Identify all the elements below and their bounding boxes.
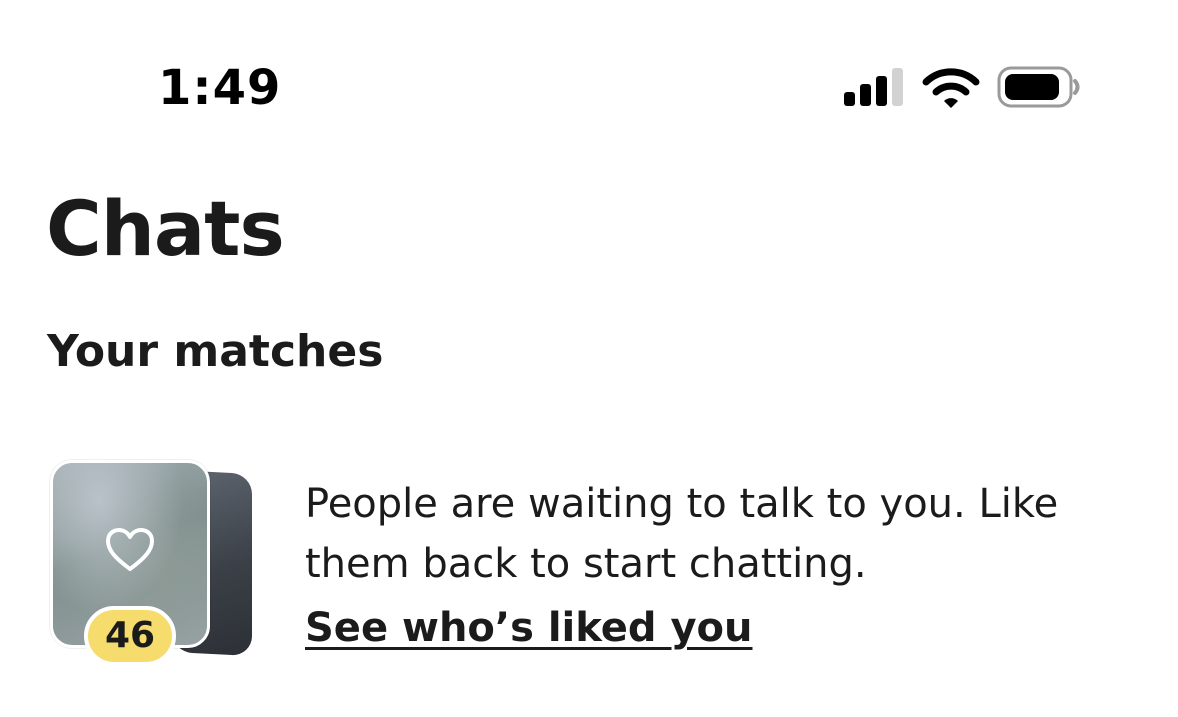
see-who-liked-you-link[interactable]: See who’s liked you (305, 600, 753, 656)
page-title: Chats (46, 184, 285, 273)
likes-count-badge: 46 (84, 606, 176, 666)
wifi-icon (922, 68, 980, 108)
likes-message: People are waiting to talk to you. Like … (305, 481, 1059, 587)
likes-card[interactable]: 46 (50, 460, 260, 675)
battery-icon (997, 66, 1080, 108)
heart-icon (106, 528, 154, 571)
section-title-your-matches: Your matches (47, 326, 384, 377)
status-time: 1:49 (158, 60, 282, 116)
cellular-signal-icon (844, 68, 906, 106)
